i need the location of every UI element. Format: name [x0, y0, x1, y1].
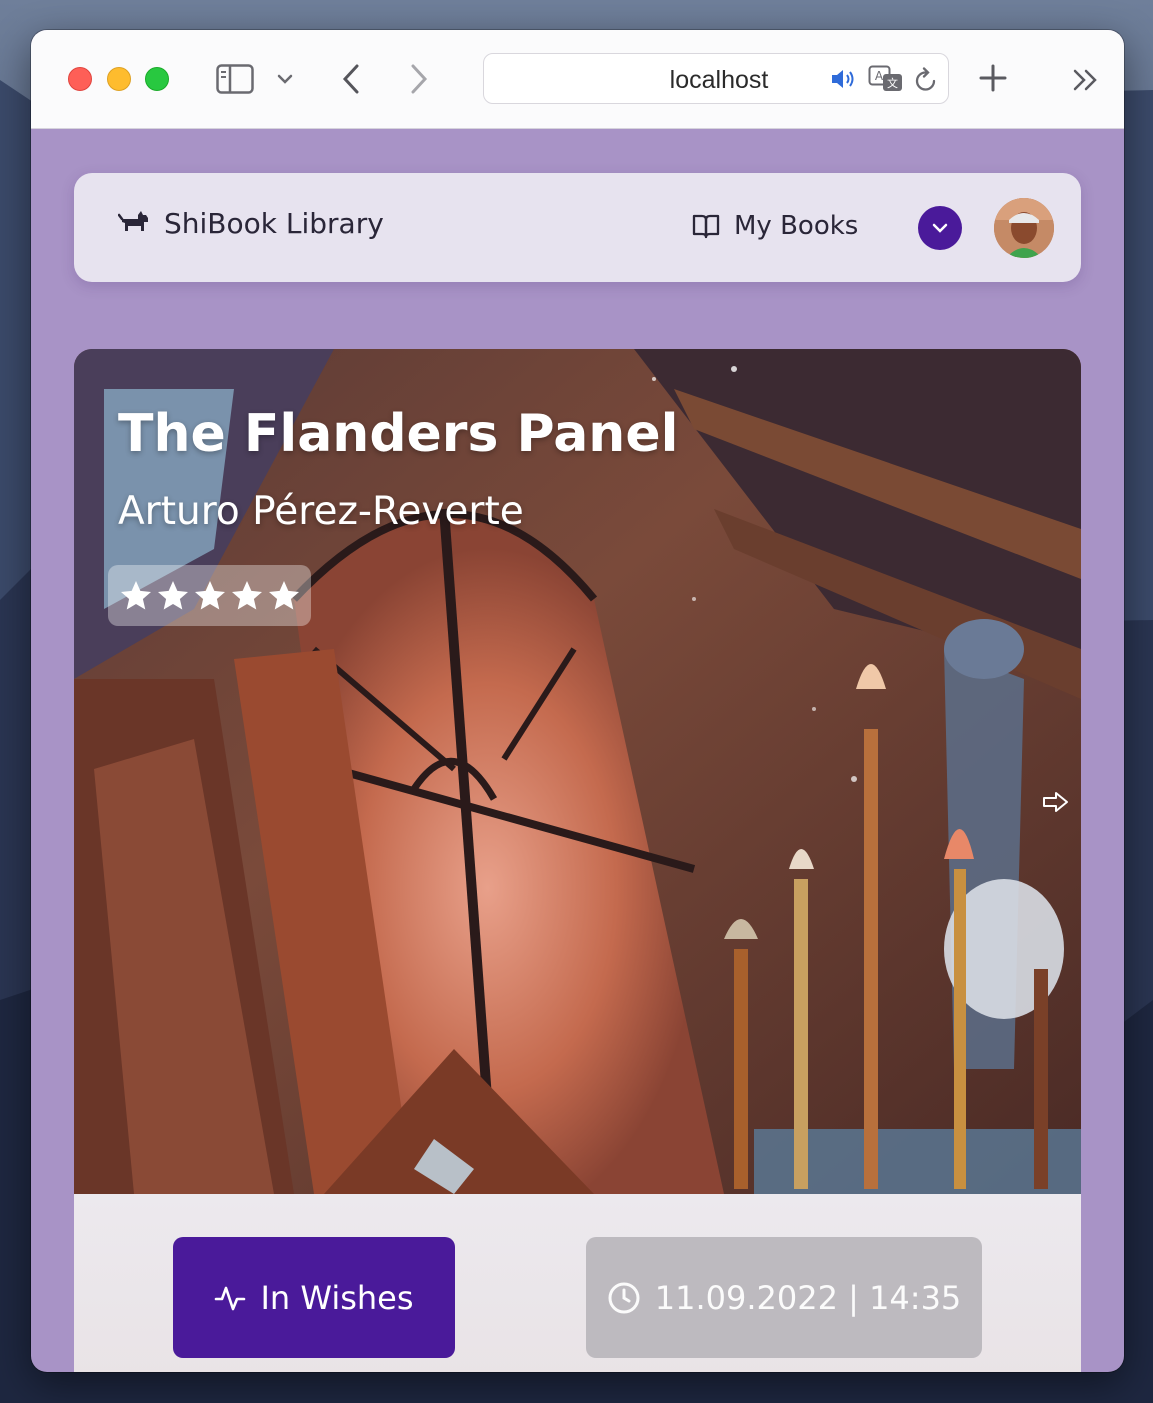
star-icon[interactable]: [192, 578, 228, 614]
in-wishes-button[interactable]: In Wishes: [173, 1237, 455, 1358]
chevron-left-icon[interactable]: [336, 62, 366, 96]
arrow-right-icon[interactable]: [1042, 790, 1070, 814]
app-navbar: ShiBook Library My Books: [74, 173, 1081, 282]
my-books-label: My Books: [734, 211, 859, 241]
my-books-link[interactable]: My Books: [692, 211, 858, 241]
reload-icon[interactable]: [912, 66, 940, 94]
date-time-button[interactable]: 11.09.2022 | 14:35: [586, 1237, 982, 1358]
minimize-window-button[interactable]: [107, 67, 131, 91]
brand-link[interactable]: ShiBook Library: [118, 207, 384, 240]
book-title: The Flanders Panel: [118, 404, 679, 464]
plus-icon[interactable]: [977, 62, 1009, 94]
svg-text:A: A: [875, 69, 884, 83]
chevron-down-icon: [932, 223, 948, 233]
brand-title: ShiBook Library: [164, 207, 384, 240]
dog-icon: [118, 210, 148, 231]
translate-icon[interactable]: A文: [867, 64, 905, 94]
avatar[interactable]: [994, 198, 1054, 258]
chevron-down-icon[interactable]: [276, 70, 294, 88]
star-rating[interactable]: [108, 565, 311, 626]
star-icon[interactable]: [155, 578, 191, 614]
book-card-footer: In Wishes 11.09.2022 | 14:35: [74, 1194, 1081, 1372]
star-icon[interactable]: [229, 578, 265, 614]
star-icon[interactable]: [266, 578, 302, 614]
book-author: Arturo Pérez-Reverte: [118, 489, 524, 534]
sidebar-icon[interactable]: [216, 63, 254, 95]
star-icon[interactable]: [118, 578, 154, 614]
date-time-label: 11.09.2022 | 14:35: [654, 1278, 962, 1317]
in-wishes-label: In Wishes: [260, 1278, 414, 1317]
book-cover-illustration: [74, 349, 1081, 1194]
zoom-window-button[interactable]: [145, 67, 169, 91]
browser-window: localhost A文 ShiBook Library My Books Th…: [31, 30, 1124, 1372]
chevron-right-icon[interactable]: [404, 62, 434, 96]
activity-icon: [215, 1286, 246, 1310]
double-chevron-icon[interactable]: [1071, 66, 1101, 94]
book-icon: [692, 214, 720, 239]
clock-icon: [608, 1282, 640, 1313]
book-card: The Flanders Panel Arturo Pérez-Reverte …: [74, 349, 1081, 1372]
close-window-button[interactable]: [68, 67, 92, 91]
address-bar[interactable]: localhost A文: [483, 53, 949, 104]
user-menu-dropdown-button[interactable]: [918, 206, 962, 250]
svg-text:文: 文: [887, 76, 898, 90]
browser-toolbar: localhost A文: [31, 30, 1124, 129]
speaker-icon[interactable]: [829, 66, 859, 92]
page-content: ShiBook Library My Books The Flanders Pa…: [31, 129, 1124, 1372]
